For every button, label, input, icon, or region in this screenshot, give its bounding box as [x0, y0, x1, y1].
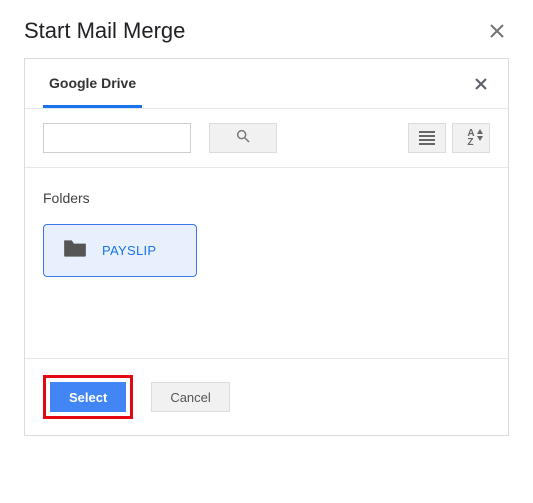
sort-az-button[interactable]: AZ — [452, 123, 490, 153]
select-button-label: Select — [69, 390, 107, 405]
search-input[interactable] — [43, 123, 191, 153]
cancel-button-label: Cancel — [170, 390, 210, 405]
search-icon — [235, 128, 251, 149]
picker-footer: Select Cancel — [25, 358, 508, 435]
drive-picker-panel: Google Drive AZ — [24, 58, 509, 436]
list-view-button[interactable] — [408, 123, 446, 153]
sort-icon: AZ — [467, 129, 474, 147]
folder-name: PAYSLIP — [102, 243, 156, 258]
folder-item-payslip[interactable]: PAYSLIP — [43, 224, 197, 277]
folder-icon — [62, 237, 88, 264]
search-button[interactable] — [209, 123, 277, 153]
dialog-header: Start Mail Merge — [0, 0, 533, 58]
picker-toolbar: AZ — [25, 109, 508, 168]
tab-label: Google Drive — [49, 75, 136, 91]
picker-tabbar: Google Drive — [25, 59, 508, 109]
select-button[interactable]: Select — [50, 382, 126, 412]
cancel-button[interactable]: Cancel — [151, 382, 229, 412]
folders-section-label: Folders — [43, 190, 490, 206]
close-icon[interactable] — [485, 19, 509, 43]
picker-close-icon[interactable] — [472, 75, 490, 93]
tab-google-drive[interactable]: Google Drive — [43, 59, 142, 108]
picker-body: Folders PAYSLIP — [25, 168, 508, 358]
list-icon — [419, 131, 435, 145]
picker-tabs: Google Drive — [43, 59, 142, 108]
select-button-highlight: Select — [43, 375, 133, 419]
dialog-title: Start Mail Merge — [24, 18, 185, 44]
